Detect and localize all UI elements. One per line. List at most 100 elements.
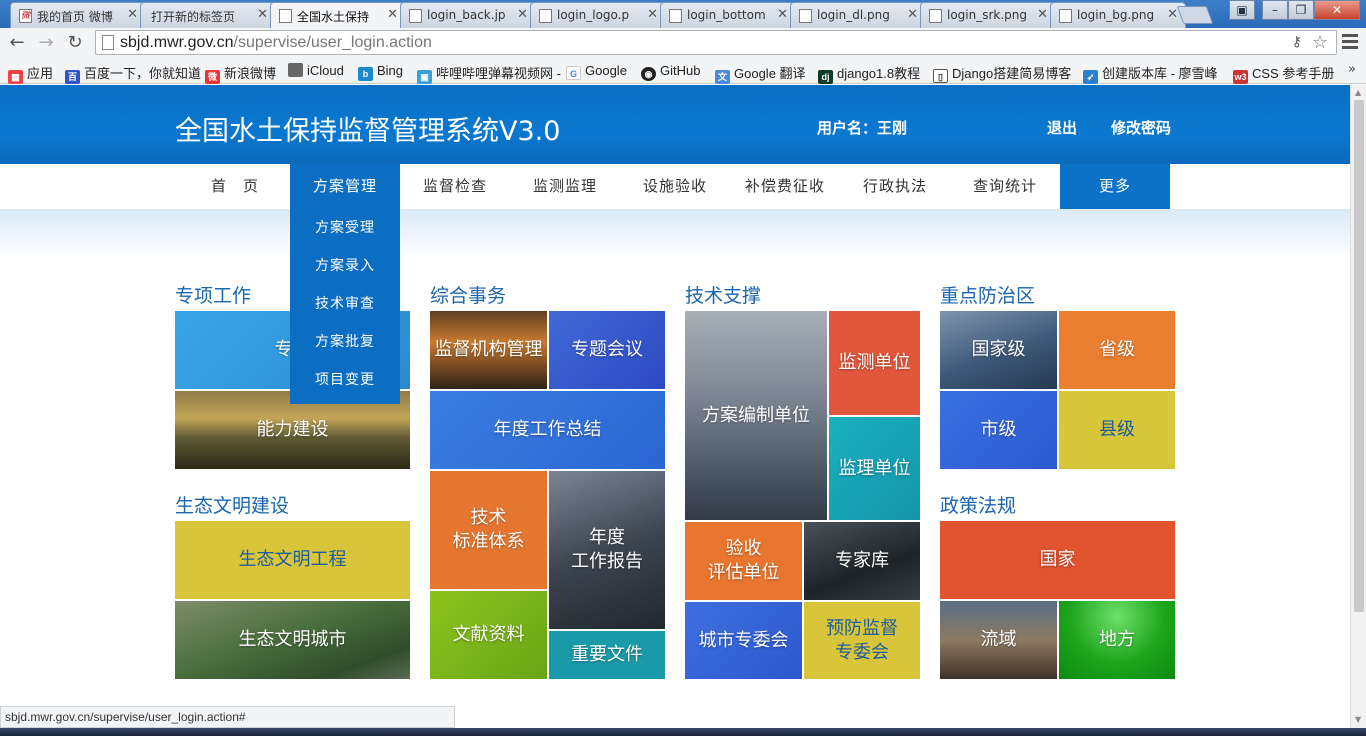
tile-city-committee[interactable]: 城市专委会 bbox=[685, 602, 802, 679]
menu-item-plan-approval[interactable]: 方案批复 bbox=[290, 323, 400, 361]
close-icon[interactable]: ✕ bbox=[777, 7, 788, 22]
tile-literature[interactable]: 文献资料 bbox=[430, 591, 547, 679]
close-icon[interactable]: ✕ bbox=[387, 7, 398, 22]
reload-icon[interactable]: ↻ bbox=[64, 32, 86, 54]
tile-eco-project[interactable]: 生态文明工程 bbox=[175, 521, 410, 599]
bookmark-apps[interactable]: ▦ 应用 bbox=[8, 63, 53, 84]
bookmark-bilibili[interactable]: ▣ 哔哩哔哩弹幕视频网 - bbox=[417, 63, 561, 84]
key-icon[interactable]: ⚷ bbox=[1292, 34, 1302, 50]
close-icon[interactable]: ✕ bbox=[647, 7, 658, 22]
vertical-scrollbar[interactable]: ▲ ▼ bbox=[1350, 85, 1366, 728]
browser-tab[interactable]: 微我的首页 微博 ✕ bbox=[10, 2, 146, 28]
bookmark-css[interactable]: w3 CSS 参考手册 bbox=[1233, 63, 1334, 84]
browser-tab[interactable]: login_logo.p ✕ bbox=[530, 2, 666, 28]
google-icon: G bbox=[566, 66, 581, 80]
bookmark-github[interactable]: ◉ GitHub bbox=[641, 63, 700, 81]
nav-inspection[interactable]: 监督检查 bbox=[400, 164, 510, 209]
tile-plan-compilation[interactable]: 方案编制单位 bbox=[685, 311, 827, 520]
tile-expert-pool[interactable]: 专家库 bbox=[804, 522, 920, 600]
tile-annual-report[interactable]: 年度 工作报告 bbox=[549, 471, 665, 629]
browser-tab[interactable]: login_bg.png ✕ bbox=[1050, 2, 1186, 28]
close-icon[interactable]: ✕ bbox=[127, 7, 138, 22]
logout-link[interactable]: 退出 bbox=[1047, 117, 1077, 138]
tile-prevention-committee[interactable]: 预防监督 专委会 bbox=[804, 602, 920, 679]
minimize-button[interactable]: – bbox=[1262, 0, 1288, 20]
menu-item-plan-accept[interactable]: 方案受理 bbox=[290, 209, 400, 247]
new-tab-button[interactable] bbox=[1176, 6, 1214, 24]
section-title-special: 专项工作 bbox=[175, 285, 252, 307]
close-icon[interactable]: ✕ bbox=[907, 7, 918, 22]
menu-item-tech-review[interactable]: 技术审查 bbox=[290, 285, 400, 323]
nav-more[interactable]: 更多 bbox=[1060, 164, 1170, 209]
bookmarks-more-button[interactable]: » bbox=[1348, 62, 1356, 77]
bookmark-django-blog[interactable]: ▯ Django搭建简易博客 bbox=[933, 63, 1071, 83]
nav-enforcement[interactable]: 行政执法 bbox=[840, 164, 950, 209]
page-icon bbox=[279, 9, 292, 23]
user-icon[interactable]: ▣ bbox=[1229, 0, 1255, 20]
menu-item-plan-entry[interactable]: 方案录入 bbox=[290, 247, 400, 285]
tile-eco-city[interactable]: 生态文明城市 bbox=[175, 601, 410, 679]
tile-annual-summary[interactable]: 年度工作总结 bbox=[430, 391, 665, 469]
tile-monitoring-unit[interactable]: 监测单位 bbox=[829, 311, 920, 415]
nav-home[interactable]: 首 页 bbox=[180, 164, 290, 209]
forward-icon[interactable]: → bbox=[35, 32, 57, 54]
tile-county-level[interactable]: 县级 bbox=[1059, 391, 1175, 469]
change-password-link[interactable]: 修改密码 bbox=[1111, 117, 1171, 138]
nav-monitoring[interactable]: 监测监理 bbox=[510, 164, 620, 209]
bookmark-liaoxuefeng[interactable]: ➶ 创建版本库 - 廖雪峰 bbox=[1083, 63, 1218, 84]
nav-statistics[interactable]: 查询统计 bbox=[950, 164, 1060, 209]
browser-tab[interactable]: login_bottom ✕ bbox=[660, 2, 796, 28]
browser-tab[interactable]: login_srk.png ✕ bbox=[920, 2, 1056, 28]
tile-supervision-org[interactable]: 监督机构管理 bbox=[430, 311, 547, 389]
nav-acceptance[interactable]: 设施验收 bbox=[620, 164, 730, 209]
tile-policy-local[interactable]: 地方 bbox=[1059, 601, 1175, 679]
bookmark-google[interactable]: G Google bbox=[566, 63, 627, 80]
browser-tab-active[interactable]: 全国水土保持 ✕ bbox=[270, 2, 406, 29]
tile-national-level[interactable]: 国家级 bbox=[940, 311, 1057, 389]
browser-tab-bar: 微我的首页 微博 ✕ 打开新的标签页 ✕ 全国水土保持 ✕ login_back.jp… bbox=[0, 0, 1366, 29]
back-icon[interactable]: ← bbox=[6, 32, 28, 54]
address-bar[interactable]: sbjd.mwr.gov.cn/supervise/user_login.act… bbox=[95, 30, 1337, 55]
menu-item-project-change[interactable]: 项目变更 bbox=[290, 361, 400, 399]
close-icon[interactable]: ✕ bbox=[1037, 7, 1048, 22]
maximize-button[interactable]: ❐ bbox=[1288, 0, 1314, 20]
section-title-key-areas: 重点防治区 bbox=[940, 285, 1036, 307]
weibo-icon: 微 bbox=[205, 70, 220, 84]
rocket-icon: ➶ bbox=[1083, 70, 1098, 84]
browser-tab[interactable]: 打开新的标签页 ✕ bbox=[140, 2, 276, 28]
bookmark-google-translate[interactable]: 文 Google 翻译 bbox=[715, 63, 806, 84]
bookmark-weibo[interactable]: 微新浪微博 bbox=[205, 63, 276, 84]
bookmark-icloud[interactable]: iCloud bbox=[288, 63, 344, 78]
nav-plan-management[interactable]: 方案管理 bbox=[290, 164, 400, 209]
tile-province-level[interactable]: 省级 bbox=[1059, 311, 1175, 389]
bookmark-star-icon[interactable]: ☆ bbox=[1312, 32, 1328, 53]
url-text[interactable]: sbjd.mwr.gov.cn/supervise/user_login.act… bbox=[120, 34, 432, 52]
tile-city-level[interactable]: 市级 bbox=[940, 391, 1057, 469]
browser-tab[interactable]: login_back.jp ✕ bbox=[400, 2, 536, 28]
scroll-down-icon[interactable]: ▼ bbox=[1355, 715, 1361, 724]
bookmark-bing[interactable]: b Bing bbox=[358, 63, 403, 81]
tile-important-docs[interactable]: 重要文件 bbox=[549, 631, 665, 679]
browser-tab[interactable]: login_dl.png ✕ bbox=[790, 2, 926, 28]
tile-policy-national[interactable]: 国家 bbox=[940, 521, 1175, 599]
window-close-button[interactable]: ✕ bbox=[1314, 0, 1360, 20]
tile-special-meeting[interactable]: 专题会议 bbox=[549, 311, 665, 389]
user-info: 用户名：王刚 bbox=[817, 119, 908, 137]
section-title-policy: 政策法规 bbox=[940, 495, 1017, 517]
page-icon bbox=[102, 35, 114, 50]
close-icon[interactable]: ✕ bbox=[257, 7, 268, 22]
tile-tech-standards[interactable]: 技术 标准体系 bbox=[430, 471, 547, 589]
tile-acceptance-unit[interactable]: 验收 评估单位 bbox=[685, 522, 802, 600]
nav-compensation[interactable]: 补偿费征收 bbox=[730, 164, 840, 209]
bookmark-django[interactable]: dj django1.8教程 bbox=[818, 63, 920, 84]
bilibili-icon: ▣ bbox=[417, 70, 432, 84]
scroll-up-icon[interactable]: ▲ bbox=[1355, 88, 1361, 97]
tile-supervision-unit[interactable]: 监理单位 bbox=[829, 417, 920, 520]
close-icon[interactable]: ✕ bbox=[517, 7, 528, 22]
close-icon[interactable]: ✕ bbox=[1167, 7, 1178, 22]
apps-icon: ▦ bbox=[8, 70, 23, 84]
menu-icon[interactable] bbox=[1342, 34, 1358, 50]
bookmark-baidu[interactable]: 百百度一下，你就知道 bbox=[65, 63, 201, 84]
scrollbar-thumb[interactable] bbox=[1354, 100, 1364, 612]
tile-policy-basin[interactable]: 流域 bbox=[940, 601, 1057, 679]
